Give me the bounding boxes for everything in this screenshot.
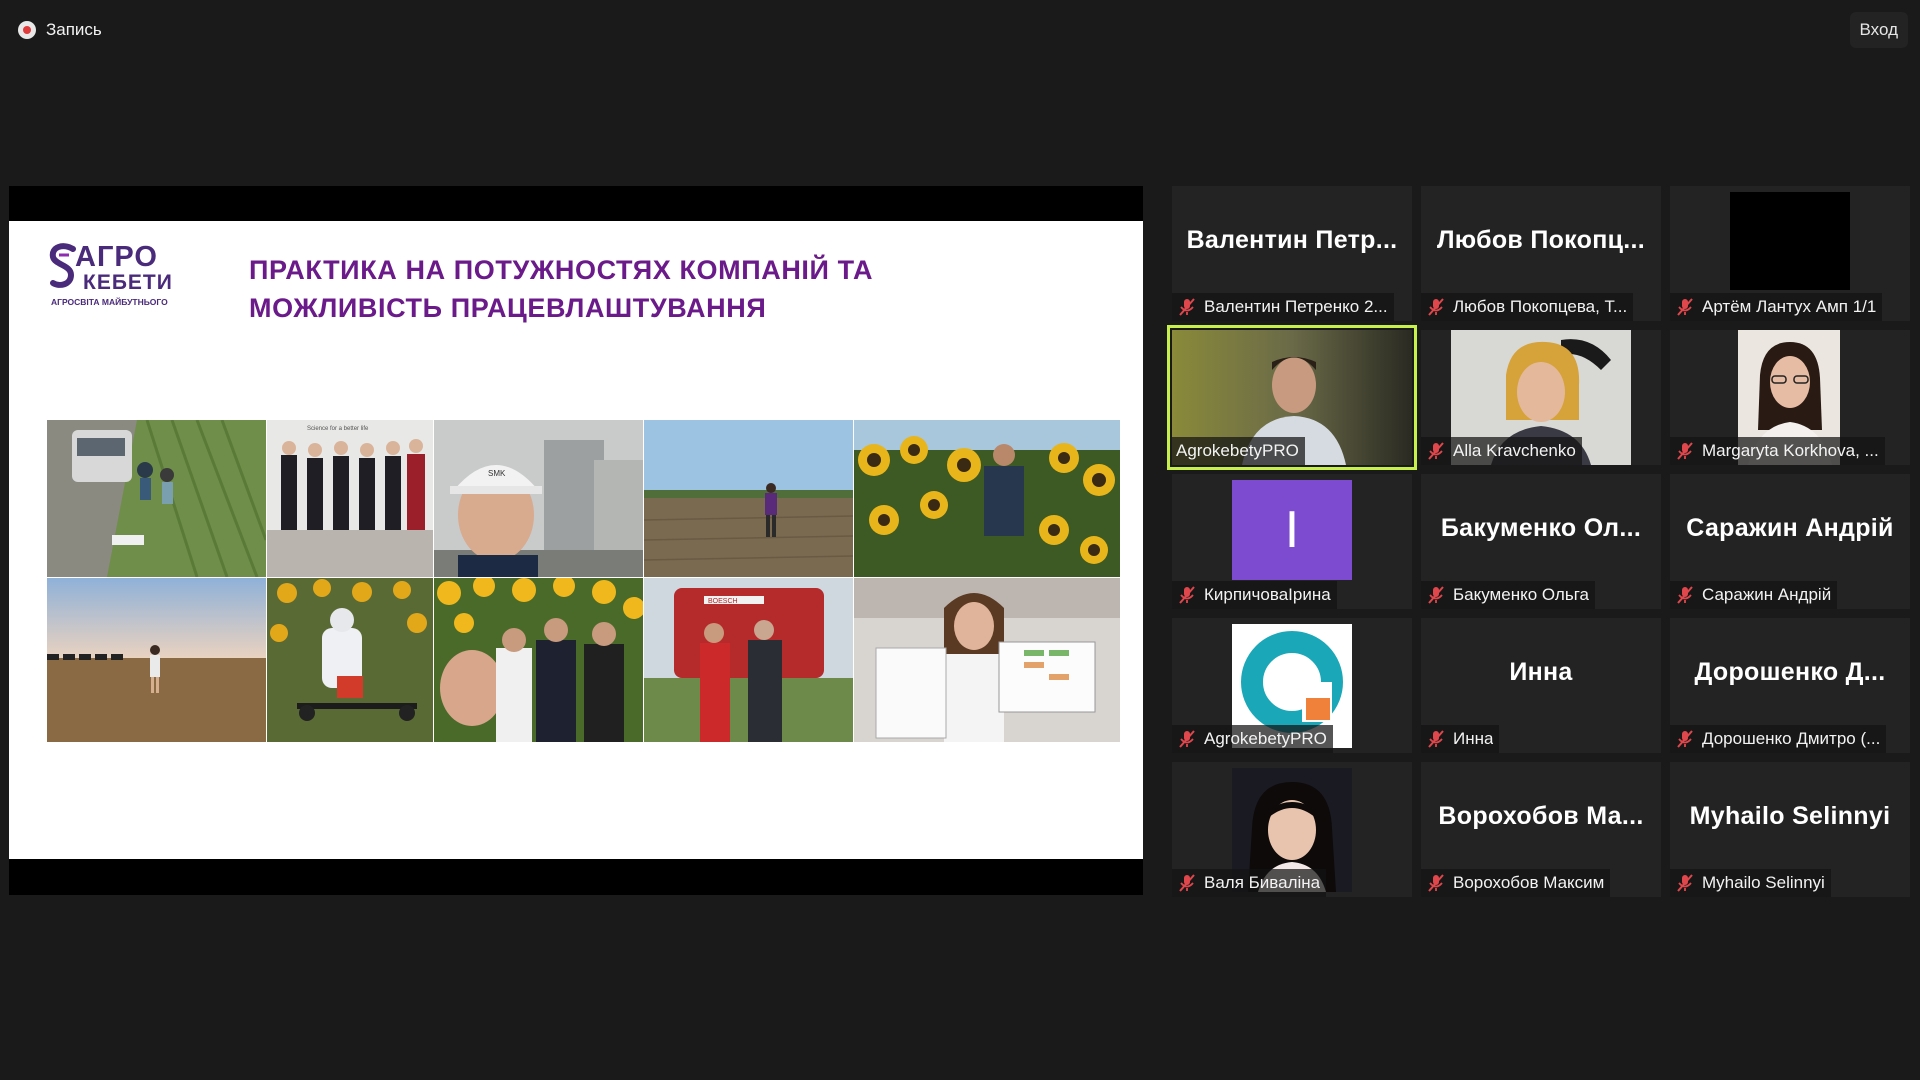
photo-drone-sunflowers [267,578,433,742]
participant-name-tag: Валя Бивалiна [1172,869,1327,897]
participant-tile[interactable]: Саражин Андрій Саражин Андрій [1670,474,1910,609]
photo-sunset-field [47,578,266,742]
mic-muted-icon [1428,586,1444,604]
mic-muted-icon [1428,298,1444,316]
participant-tile[interactable]: Бакуменко Ол... Бакуменко Ольга [1421,474,1661,609]
mic-muted-icon [1677,298,1693,316]
slide-title: ПРАКТИКА НА ПОТУЖНОСТЯХ КОМПАНІЙ ТА МОЖЛ… [249,255,874,323]
photo-tractor-men: BOESCH [644,578,853,742]
participant-name: Валентин Петренко 2... [1204,297,1388,316]
participant-name-tag: КирпичоваІрина [1172,581,1337,609]
participant-tile[interactable]: Alla Kravchenko [1421,330,1661,465]
record-icon [18,21,36,39]
mic-muted-icon [1677,586,1693,604]
participant-tile[interactable]: Margaryta Korkhova, ... [1670,330,1910,465]
avatar-letter: I [1284,501,1300,559]
photo-sunflowers-man [854,420,1120,577]
mic-muted-icon [1428,442,1444,460]
photo-field-truck [47,420,266,577]
participant-tile[interactable]: Ворохобов Ма... Ворохобов Максим [1421,762,1661,897]
mic-muted-icon [1179,586,1195,604]
photo-field-person [644,420,853,577]
logo-line2: КЕБЕТИ [83,271,173,294]
participant-display-name: Любов Покопц... [1436,226,1646,254]
photo-group-sunflowers [434,578,643,742]
participant-name: Любов Покопцева, Т... [1453,297,1628,316]
participant-name: Alla Kravchenko [1453,441,1576,460]
participant-name: Ворохобов Максим [1453,873,1605,892]
mic-muted-icon [1179,874,1195,892]
participant-name-tag: Ворохобов Максим [1421,869,1611,897]
participant-name-tag: AgrokebetyPRO [1172,725,1333,753]
participant-name: AgrokebetyPRO [1176,441,1299,460]
shared-screen: АГРО КЕБЕТИ АГРОСВІТА МАЙБУТНЬОГО ПРАКТИ… [9,186,1143,895]
photo-office-team: Science for a better life [267,420,433,577]
participant-name-tag: Валентин Петренко 2... [1172,293,1394,321]
participant-tile[interactable]: I КирпичоваІрина [1172,474,1412,609]
mic-muted-icon [1428,874,1444,892]
participant-tile[interactable]: Дорошенко Д... Дорошенко Дмитро (... [1670,618,1910,753]
participant-name-tag: Любов Покопцева, Т... [1421,293,1634,321]
participant-tile[interactable]: AgrokebetyPRO [1172,618,1412,753]
photo-caption-smk: SMK [488,469,506,478]
participant-tile[interactable]: Валентин Петр... Валентин Петренко 2... [1172,186,1412,321]
participant-display-name: Дорошенко Д... [1694,658,1886,686]
photo-certificate-girl [854,578,1120,742]
mic-muted-icon [1677,874,1693,892]
participant-display-name: Ворохобов Ма... [1438,802,1644,830]
recording-indicator[interactable]: Запись [18,18,102,42]
participant-name: Myhailo Selinnyi [1702,873,1825,892]
participant-display-name: Валентин Петр... [1186,226,1398,254]
participant-display-name: Инна [1509,658,1573,686]
participant-display-name: Myhailo Selinnyi [1689,802,1891,830]
participant-display-name: Бакуменко Ол... [1440,514,1642,542]
presentation-slide: АГРО КЕБЕТИ АГРОСВІТА МАЙБУТНЬОГО ПРАКТИ… [9,221,1143,859]
mic-muted-icon [1677,442,1693,460]
enter-button[interactable]: Вход [1849,12,1908,48]
participant-name: Инна [1453,729,1494,748]
participant-display-name: Саражин Андрій [1686,514,1894,542]
participant-name: Артём Лантух Амп 1/1 [1702,297,1877,316]
logo-s-icon [49,243,76,288]
participant-video [1730,192,1850,290]
photo-collage: Science for a better life SMK BOESCH [47,420,1120,742]
photo-caption-boesch: BOESCH [708,598,738,605]
participant-name-tag: Myhailo Selinnyi [1670,869,1831,897]
participant-name: Margaryta Korkhova, ... [1702,441,1879,460]
photo-helmet-selfie: SMK [434,420,643,577]
participant-tile[interactable]: Любов Покопц... Любов Покопцева, Т... [1421,186,1661,321]
mic-muted-icon [1428,730,1444,748]
logo-line1: АГРО [75,241,158,273]
logo-subtitle: АГРОСВІТА МАЙБУТНЬОГО [51,297,168,307]
participant-name: КирпичоваІрина [1204,585,1331,604]
participant-name: Валя Бивалiна [1204,873,1321,892]
participant-name: AgrokebetyPRO [1204,729,1327,748]
participant-name-tag: Артём Лантух Амп 1/1 [1670,293,1883,321]
mic-muted-icon [1179,298,1195,316]
mic-muted-icon [1179,730,1195,748]
participant-name-tag: Инна [1421,725,1500,753]
participant-avatar: I [1232,480,1352,580]
participant-tile-active-speaker[interactable]: AgrokebetyPRO [1167,325,1417,470]
participant-name-tag: Бакуменко Ольга [1421,581,1595,609]
participant-tile[interactable]: Инна Инна [1421,618,1661,753]
participant-name: Саражин Андрій [1702,585,1832,604]
participant-name-tag: AgrokebetyPRO [1172,437,1305,465]
participant-name-tag: Дорошенко Дмитро (... [1670,725,1887,753]
photo-caption-science: Science for a better life [307,426,369,432]
participant-tile[interactable]: Валя Бивалiна [1172,762,1412,897]
participant-name-tag: Alla Kravchenko [1421,437,1582,465]
agrokebety-logo: АГРО КЕБЕТИ АГРОСВІТА МАЙБУТНЬОГО [49,241,179,311]
mic-muted-icon [1677,730,1693,748]
participant-name-tag: Margaryta Korkhova, ... [1670,437,1885,465]
participant-name: Дорошенко Дмитро (... [1702,729,1881,748]
record-label: Запись [46,20,102,39]
participant-tile[interactable]: Myhailo Selinnyi Myhailo Selinnyi [1670,762,1910,897]
participant-name: Бакуменко Ольга [1453,585,1589,604]
participant-tile[interactable]: Артём Лантух Амп 1/1 [1670,186,1910,321]
participant-name-tag: Саражин Андрій [1670,581,1838,609]
